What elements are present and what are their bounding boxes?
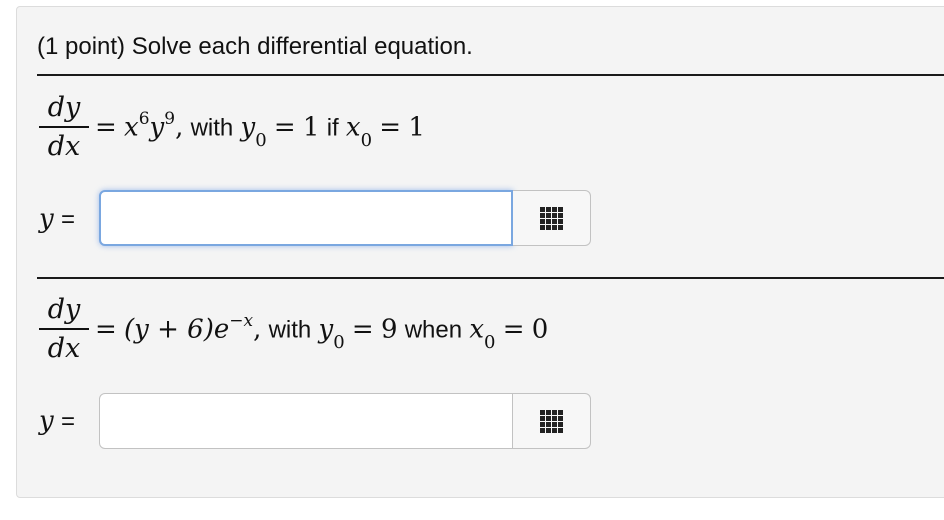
- subscript: 0: [333, 331, 345, 353]
- answer-label-1: y =: [39, 203, 75, 234]
- comma: ,: [253, 314, 262, 345]
- fraction-bar: [39, 328, 89, 330]
- answer-group-1: [99, 190, 591, 246]
- fraction-numerator: dy: [47, 294, 81, 325]
- derivative-fraction-1: dy dx: [39, 91, 89, 164]
- fraction-bar: [39, 126, 89, 128]
- problem-header: (1 point) Solve each differential equati…: [37, 33, 473, 60]
- fraction-denominator: dx: [47, 333, 81, 364]
- condition-text: when: [404, 316, 463, 344]
- initial-value: 1: [302, 112, 320, 143]
- derivative-fraction-2: dy dx: [39, 293, 89, 366]
- divider: [37, 74, 944, 76]
- answer-input-2[interactable]: [99, 393, 513, 449]
- equals-sign: =: [95, 314, 117, 345]
- math-var: y: [39, 204, 54, 234]
- fraction-denominator: dx: [47, 131, 81, 162]
- equation-1-rhs: = x6y9, with y0 = 1 if x0 = 1: [95, 109, 425, 151]
- equals-sign: =: [60, 206, 75, 233]
- math-expression: (y + 6)e: [124, 314, 230, 345]
- condition-text: with: [268, 316, 312, 344]
- exponent: 9: [164, 109, 176, 129]
- answer-label-2: y =: [39, 405, 75, 436]
- equals-sign: =: [95, 112, 117, 143]
- equals-sign: =: [351, 314, 374, 345]
- initial-value: 1: [408, 112, 425, 143]
- equation-2-rhs: = (y + 6)e−x, with y0 = 9 when x0 = 0: [95, 311, 549, 353]
- equation-editor-button-1[interactable]: [513, 190, 591, 246]
- answer-input-1[interactable]: [99, 190, 513, 246]
- math-var: x: [469, 314, 484, 345]
- math-var: x: [345, 112, 361, 143]
- initial-value: 9: [380, 314, 398, 345]
- math-var: y: [149, 112, 165, 143]
- answer-group-2: [99, 393, 591, 449]
- math-var: x: [124, 112, 139, 143]
- fraction-numerator: dy: [47, 92, 81, 123]
- problem-panel: (1 point) Solve each differential equati…: [16, 6, 944, 498]
- comma: ,: [175, 112, 184, 143]
- condition-text: with: [190, 114, 234, 142]
- equals-sign: =: [60, 408, 75, 435]
- math-var: y: [240, 112, 256, 143]
- keypad-grid-icon: [540, 206, 563, 230]
- condition-text: if: [326, 114, 339, 142]
- equals-sign: =: [273, 112, 296, 143]
- subscript: 0: [484, 331, 496, 353]
- math-var: y: [318, 314, 334, 345]
- equals-sign: =: [379, 112, 402, 143]
- subscript: 0: [360, 129, 373, 151]
- initial-value: 0: [531, 314, 549, 345]
- divider: [37, 277, 944, 279]
- equation-editor-button-2[interactable]: [513, 393, 591, 449]
- subscript: 0: [255, 129, 267, 151]
- math-var: y: [39, 406, 54, 436]
- equals-sign: =: [502, 314, 525, 345]
- exponent: −x: [229, 311, 254, 331]
- keypad-grid-icon: [540, 409, 563, 433]
- exponent: 6: [138, 109, 150, 129]
